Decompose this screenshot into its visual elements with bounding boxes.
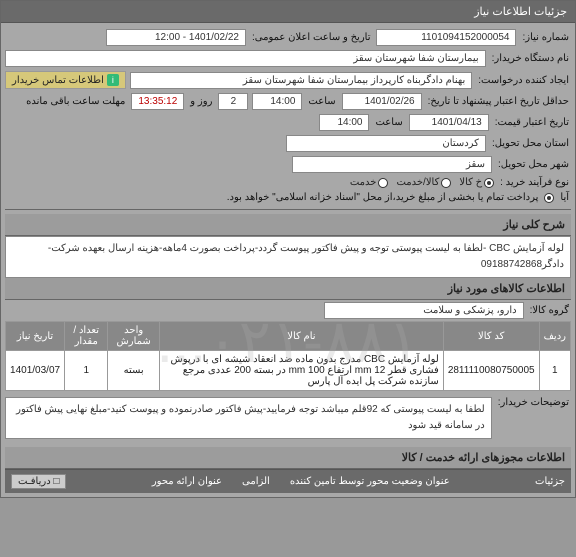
city-label: شهر محل تحویل:	[496, 159, 571, 170]
cell-date: 1401/03/07	[6, 351, 65, 391]
table-row: 1 2811110080750005 لوله آزمایش CBC مدرج …	[6, 351, 571, 391]
buyer-notes-text: لطفا به لیست پیوستی که 92قلم میباشد توجه…	[5, 397, 492, 439]
goods-title: اطلاعات کالاهای مورد نیاز	[5, 278, 571, 300]
permits-title: اطلاعات مجوزهای ارائه خدمت / کالا	[5, 447, 571, 469]
payment-radio-icon[interactable]	[544, 193, 554, 203]
city-field: سقز	[292, 156, 492, 173]
deadline-date-field: 1401/02/26	[342, 93, 422, 110]
need-no-label: شماره نیاز:	[520, 32, 571, 43]
process-radio-group: خ کالا کالا/خدمت خدمت	[350, 177, 494, 188]
creator-label: ایجاد کننده درخواست:	[476, 75, 571, 86]
info-icon: i	[107, 74, 119, 86]
validity-label: تاریخ اعتبار قیمت:	[493, 117, 571, 128]
th-qty: تعداد / مقدار	[65, 322, 108, 351]
general-desc-title: شرح کلی نیاز	[5, 214, 571, 236]
announce-label: تاریخ و ساعت اعلان عمومی:	[250, 32, 373, 43]
cell-code: 2811110080750005	[443, 351, 539, 391]
radio-both[interactable]: خدمت	[350, 177, 389, 188]
validity-date-field: 1401/04/13	[409, 114, 489, 131]
footer-toggle-button[interactable]: □ دریافـت	[11, 474, 66, 489]
creator-field: بهنام دادگربناه کارپرداز بیمارستان شفا ش…	[130, 72, 472, 89]
radio-service-label: کالا/خدمت	[396, 177, 439, 188]
announce-field: 1401/02/22 - 12:00	[106, 29, 246, 46]
radio-service[interactable]: کالا/خدمت	[396, 177, 451, 188]
radio-icon	[484, 178, 494, 188]
buyer-notes-label: توضیحات خریدار:	[496, 397, 571, 408]
items-table: ردیف کد کالا نام کالا واحد شمارش تعداد /…	[5, 321, 571, 391]
footer-details-label: جزئیات	[535, 476, 565, 487]
general-desc-text: لوله آزمایش CBC -لطفا به لیست پیوستی توج…	[5, 236, 571, 278]
th-unit: واحد شمارش	[108, 322, 160, 351]
payment-note: پرداخت تمام یا بخشی از مبلغ خرید،از محل …	[5, 192, 540, 203]
th-code: کد کالا	[443, 322, 539, 351]
footer-status-label: عنوان وضعیت محور توسط تامین کننده	[284, 473, 456, 490]
panel-title: جزئیات اطلاعات نیاز	[1, 1, 575, 23]
deadline-label: حداقل تاریخ اعتبار پیشنهاد تا تاریخ:	[426, 96, 571, 107]
time-label-2: ساعت	[373, 117, 404, 128]
province-label: استان محل تحویل:	[490, 138, 571, 149]
contact-buyer-button[interactable]: i اطلاعات تماس خریدار	[5, 71, 126, 89]
radio-icon	[441, 178, 451, 188]
cell-qty: 1	[65, 351, 108, 391]
province-field: کردستان	[286, 135, 486, 152]
radio-goods-label: خ کالا	[459, 177, 482, 188]
deadline-time-field: 14:00	[252, 93, 302, 110]
countdown-label: مهلت ساعت باقی مانده	[24, 96, 127, 107]
th-row: ردیف	[539, 322, 570, 351]
footer-axis-label: عنوان ارائه محور	[146, 473, 228, 490]
cell-row: 1	[539, 351, 570, 391]
time-label-1: ساعت	[306, 96, 337, 107]
buyer-label: نام دستگاه خریدار:	[490, 53, 571, 64]
group-label: گروه کالا:	[528, 305, 571, 316]
table-header-row: ردیف کد کالا نام کالا واحد شمارش تعداد /…	[6, 322, 571, 351]
contact-buyer-label: اطلاعات تماس خریدار	[12, 75, 104, 86]
radio-goods[interactable]: خ کالا	[459, 177, 494, 188]
footer-required-label: الزامی	[236, 473, 276, 490]
cell-name: لوله آزمایش CBC مدرج بدون ماده ضد انعقاد…	[160, 351, 444, 391]
days-label: روز و	[188, 96, 214, 107]
need-no-field: 1101094152000054	[376, 29, 516, 46]
cell-unit: بسته	[108, 351, 160, 391]
radio-both-label: خدمت	[350, 177, 377, 188]
process-label: نوع فرآیند خرید :	[498, 177, 571, 188]
th-name: نام کالا	[160, 322, 444, 351]
group-field: دارو، پزشکی و سلامت	[324, 302, 524, 319]
radio-icon	[378, 178, 388, 188]
validity-time-field: 14:00	[319, 114, 369, 131]
buyer-field: بیمارستان شفا شهرستان سقز	[5, 50, 486, 67]
days-field: 2	[218, 93, 248, 110]
countdown-timer: 13:35:12	[131, 93, 184, 110]
payment-label: آیا	[558, 192, 571, 203]
th-date: تاریخ نیاز	[6, 322, 65, 351]
